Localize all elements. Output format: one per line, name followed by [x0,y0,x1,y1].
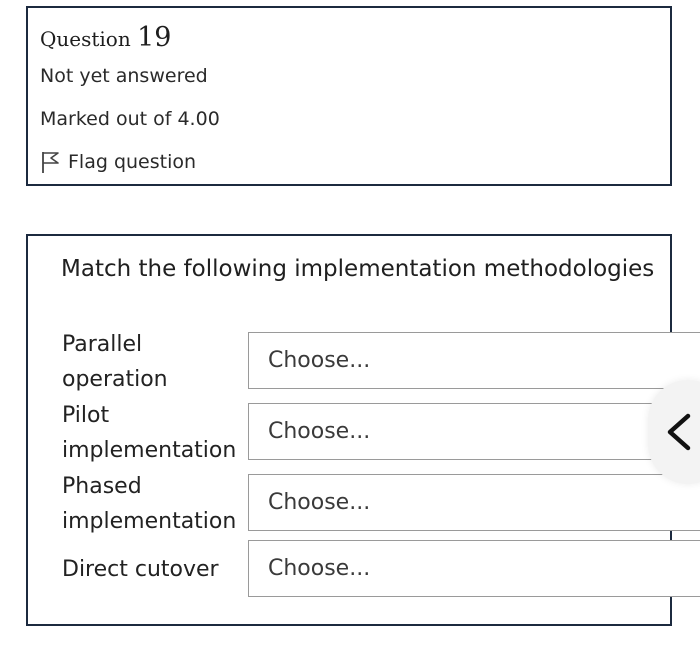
question-title: Question 19 [40,22,171,53]
flag-question-link[interactable]: Flag question [40,150,196,174]
match-label-line: implementation [62,509,237,534]
chevron-left-icon [667,413,691,451]
select-value: Choose... [268,556,371,581]
question-marks: Marked out of 4.00 [40,108,220,130]
match-label-pilot-implementation: Pilot implementation [62,398,236,468]
match-label-phased-implementation: Phased implementation [62,469,236,539]
flag-question-label: Flag question [68,151,197,173]
question-status: Not yet answered [40,65,208,87]
match-label-line: operation [62,367,168,392]
match-label-direct-cutover: Direct cutover [62,552,219,587]
select-value: Choose... [268,419,371,444]
match-select-pilot-implementation[interactable]: Choose... [248,403,700,460]
match-label-line: Phased [62,474,142,499]
match-label-parallel-operation: Parallel operation [62,327,168,397]
select-value: Choose... [268,348,371,373]
question-prompt: Match the following implementation metho… [61,256,655,282]
flag-icon [40,150,60,174]
question-info-panel: Question 19 Not yet answered Marked out … [26,6,672,186]
match-select-direct-cutover[interactable]: Choose... [248,540,700,597]
back-drawer-tab[interactable] [648,380,700,484]
match-label-line: Pilot [62,403,110,428]
question-number: 19 [137,22,172,53]
select-value: Choose... [268,490,371,515]
question-title-prefix: Question [40,27,131,51]
match-select-phased-implementation[interactable]: Choose... [248,474,700,531]
question-content-panel: Match the following implementation metho… [26,234,700,626]
match-label-line: Parallel [62,332,143,357]
match-select-parallel-operation[interactable]: Choose... [248,332,700,389]
match-label-line: Direct cutover [62,557,219,582]
match-label-line: implementation [62,438,237,463]
